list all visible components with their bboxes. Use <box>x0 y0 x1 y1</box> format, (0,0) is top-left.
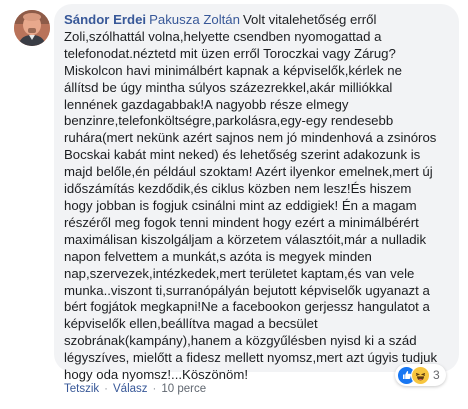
reactions-summary[interactable]: 3 <box>395 364 446 386</box>
like-link[interactable]: Tetszik <box>64 383 99 395</box>
reaction-count: 3 <box>433 368 440 382</box>
separator-dot: · <box>152 383 157 395</box>
reply-link[interactable]: Válasz <box>113 383 148 395</box>
comment-thread: Sándor Erdei Pakusza Zoltán Volt vitalehet… <box>0 0 468 409</box>
separator-dot: · <box>104 383 108 395</box>
comment-text: Volt vitalehetőség erről Zoli,szólhattál… <box>64 12 438 383</box>
comment-bubble: Sándor Erdei Pakusza Zoltán Volt vitalehet… <box>54 4 459 382</box>
haha-icon <box>411 365 430 385</box>
avatar[interactable] <box>14 10 50 46</box>
comment-body: Sándor Erdei Pakusza Zoltán Volt vitalehet… <box>64 12 449 384</box>
comment-timestamp[interactable]: 10 perce <box>161 383 206 395</box>
comment-actions: Tetszik · Válasz · 10 perce <box>64 383 206 395</box>
avatar-photo <box>14 10 50 46</box>
author-name[interactable]: Sándor Erdei <box>64 12 146 27</box>
tagged-user[interactable]: Pakusza Zoltán <box>149 12 240 27</box>
